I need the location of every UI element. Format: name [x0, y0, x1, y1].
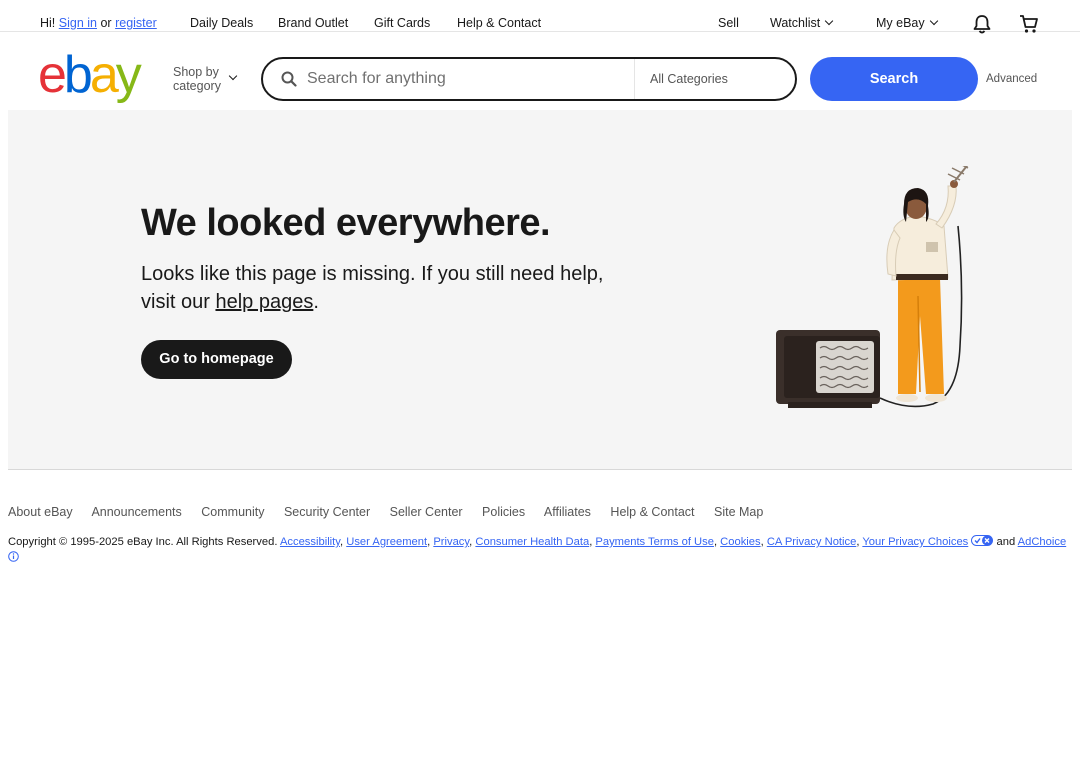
footer-link-announcements[interactable]: Announcements: [91, 505, 181, 519]
daily-deals-link[interactable]: Daily Deals: [190, 16, 253, 30]
person-with-antenna-and-tv-illustration: [776, 166, 969, 408]
sign-in-link[interactable]: Sign in: [59, 16, 97, 30]
register-link[interactable]: register: [115, 16, 157, 30]
legal-link-privacy[interactable]: Privacy: [433, 536, 469, 548]
error-message: Looks like this page is missing. If you …: [141, 260, 661, 316]
tv-icon: [776, 330, 880, 408]
myebay-menu[interactable]: My eBay: [876, 16, 938, 30]
or-text: or: [100, 16, 112, 30]
chevron-down-icon: [929, 16, 938, 26]
footer-link-site-map[interactable]: Site Map: [714, 505, 763, 519]
footer-link-seller-center[interactable]: Seller Center: [390, 505, 463, 519]
category-select[interactable]: All Categories: [650, 72, 728, 86]
and-text: and: [996, 536, 1016, 548]
search-input[interactable]: [307, 67, 627, 91]
watchlist-label: Watchlist: [770, 16, 821, 30]
logo-letter-e: e: [38, 46, 67, 104]
copyright-text: Copyright © 1995-2025 eBay Inc. All Righ…: [8, 536, 278, 548]
message-period: .: [313, 291, 319, 313]
notification-bell-icon[interactable]: [971, 13, 993, 35]
chevron-down-icon: [825, 16, 834, 26]
divider: [634, 59, 635, 99]
help-contact-link[interactable]: Help & Contact: [457, 16, 541, 30]
gift-cards-link[interactable]: Gift Cards: [374, 16, 430, 30]
person-figure: [886, 180, 958, 402]
footer-link-community[interactable]: Community: [201, 505, 264, 519]
legal-link-privacy-choices[interactable]: Your Privacy Choices: [862, 536, 968, 548]
footer-link-policies[interactable]: Policies: [482, 505, 525, 519]
search-icon: [281, 71, 297, 87]
search-button[interactable]: Search: [810, 57, 978, 101]
antenna-icon: [947, 166, 969, 183]
footer-link-affiliates[interactable]: Affiliates: [544, 505, 591, 519]
sell-link[interactable]: Sell: [718, 16, 739, 30]
footer-links: About eBay Announcements Community Secur…: [8, 505, 779, 519]
greeting-area: Hi! Sign in or register: [40, 16, 157, 30]
adchoice-link[interactable]: AdChoice: [1018, 536, 1067, 548]
cart-icon[interactable]: [1018, 13, 1040, 35]
legal-link-payments-terms[interactable]: Payments Terms of Use: [595, 536, 714, 548]
footer-link-security-center[interactable]: Security Center: [284, 505, 370, 519]
greeting-text: Hi!: [40, 16, 56, 30]
privacy-choices-icon: [971, 535, 994, 546]
message-line-1: Looks like this page is missing. If you …: [141, 263, 604, 285]
shop-by-label: Shop by: [173, 65, 219, 79]
myebay-label: My eBay: [876, 16, 925, 30]
logo-letter-y: y: [115, 46, 142, 104]
page-title: We looked everywhere.: [141, 202, 551, 244]
go-to-homepage-button[interactable]: Go to homepage: [141, 340, 292, 379]
error-panel: We looked everywhere. Looks like this pa…: [8, 110, 1072, 470]
legal-link-ca-privacy[interactable]: CA Privacy Notice: [767, 536, 857, 548]
advanced-search-link[interactable]: Advanced: [986, 73, 1037, 85]
copyright-notice: Copyright © 1995-2025 eBay Inc. All Righ…: [8, 534, 1072, 566]
logo-letter-b: b: [63, 46, 93, 104]
chevron-down-icon: [228, 71, 238, 81]
footer-link-help-contact[interactable]: Help & Contact: [610, 505, 694, 519]
ebay-logo[interactable]: ebay: [38, 46, 142, 104]
footer-link-about[interactable]: About eBay: [8, 505, 73, 519]
logo-letter-a: a: [89, 46, 119, 104]
message-line-2: visit our: [141, 291, 210, 313]
brand-outlet-link[interactable]: Brand Outlet: [278, 16, 348, 30]
category-label: category: [173, 79, 221, 93]
legal-link-accessibility[interactable]: Accessibility: [280, 536, 340, 548]
watchlist-menu[interactable]: Watchlist: [770, 16, 834, 30]
help-pages-link[interactable]: help pages: [215, 291, 313, 313]
shop-by-category-button[interactable]: Shop by category: [173, 65, 221, 93]
legal-link-cookies[interactable]: Cookies: [720, 536, 760, 548]
info-icon: [8, 551, 19, 562]
legal-link-user-agreement[interactable]: User Agreement: [346, 536, 427, 548]
top-bar: Hi! Sign in or register Daily Deals Bran…: [0, 0, 1080, 35]
legal-link-consumer-health-data[interactable]: Consumer Health Data: [475, 536, 589, 548]
search-box: All Categories: [261, 57, 797, 101]
